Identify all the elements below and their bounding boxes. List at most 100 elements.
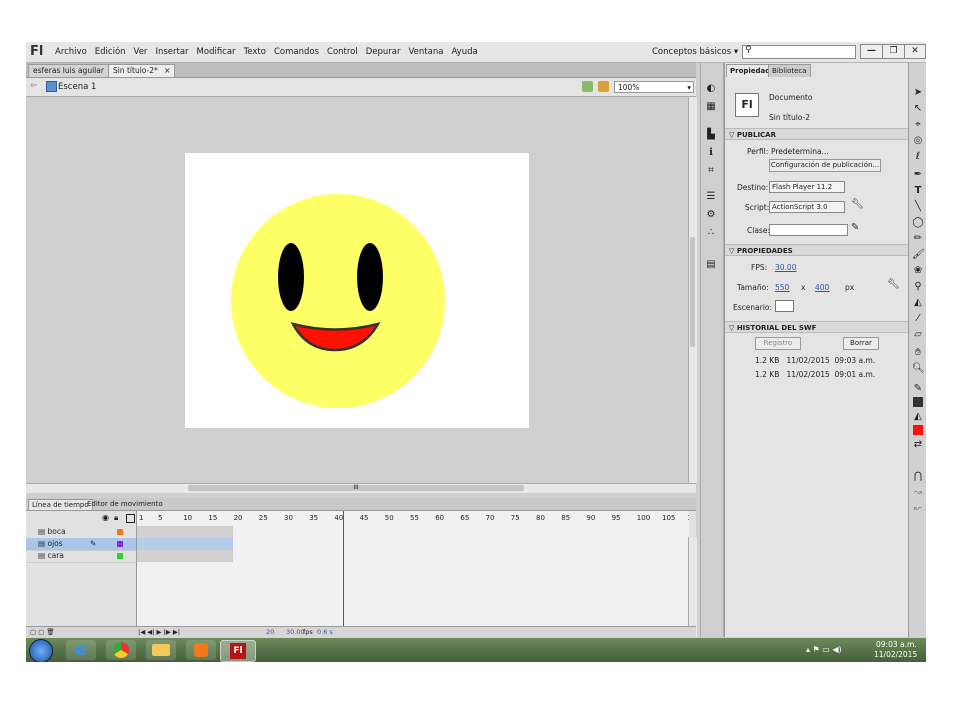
registro-button[interactable]: Registro [755, 337, 801, 350]
stage-color-swatch[interactable] [775, 300, 794, 312]
section-publicar[interactable]: ▽ PUBLICAR [725, 128, 908, 140]
tray-icons[interactable]: ▴ ⚑ ▭ ◀) [806, 645, 842, 654]
hand-tool-icon[interactable]: ✋︎ [912, 347, 924, 359]
menu-insertar[interactable]: Insertar [155, 47, 188, 57]
zoom-tool-icon[interactable]: 🔍︎ [912, 363, 925, 375]
eraser-tool-icon[interactable]: ▱ [912, 329, 924, 341]
back-arrow-icon[interactable]: ⇐ [30, 81, 38, 91]
playhead[interactable] [343, 511, 344, 637]
free-transform-tool-icon[interactable]: ⌖ [912, 119, 924, 131]
stroke-color-icon[interactable]: ✎ [912, 383, 924, 395]
file-explorer-icon[interactable] [146, 640, 176, 660]
eyedropper-tool-icon[interactable]: ⁄ [912, 313, 924, 325]
clase-input[interactable] [769, 224, 848, 236]
height-value[interactable]: 400 [815, 283, 829, 292]
components-icon[interactable]: ⚙ [705, 209, 717, 221]
frames-ojos[interactable] [137, 538, 233, 550]
edit-symbol-icon[interactable] [598, 81, 609, 92]
line-tool-icon[interactable]: ╲ [912, 201, 924, 213]
pasteboard[interactable] [26, 97, 688, 483]
frames-cara[interactable] [137, 550, 233, 562]
layer-cara[interactable]: ▤ cara [26, 550, 136, 563]
deco-tool-icon[interactable]: ❀ [912, 265, 924, 277]
swap-colors-icon[interactable]: ⇄ [912, 439, 924, 451]
menu-depurar[interactable]: Depurar [366, 47, 401, 57]
destino-select[interactable]: Flash Player 11.2 [769, 181, 845, 193]
script-select[interactable]: ActionScript 3.0 [769, 201, 845, 213]
pen-tool-icon[interactable]: ✒ [912, 169, 924, 181]
smiley-drawing[interactable] [185, 153, 529, 428]
edit-scene-icon[interactable] [582, 81, 593, 92]
tab-sin-titulo[interactable]: Sin título-2* × [108, 64, 176, 77]
flash-taskbar-icon[interactable]: Fl [220, 640, 256, 662]
eye-icon[interactable]: ◉ [102, 513, 109, 522]
help-search-input[interactable]: ⚲ [742, 45, 856, 59]
paint-bucket-tool-icon[interactable]: ◭ [912, 297, 924, 309]
minimize-button[interactable]: — [860, 44, 883, 59]
bone-tool-icon[interactable]: ⚲ [912, 281, 924, 293]
stage[interactable] [185, 153, 529, 428]
timeline-vertical-scrollbar[interactable] [688, 537, 697, 637]
fps-value[interactable]: 30.00 [286, 628, 305, 636]
close-icon[interactable]: × [164, 66, 170, 75]
menu-comandos[interactable]: Comandos [274, 47, 319, 57]
smooth-icon[interactable]: ↝ [912, 487, 924, 499]
transform-icon[interactable]: ⌗ [705, 165, 717, 177]
workspace-switcher[interactable]: Conceptos básicos ▾ [652, 47, 738, 57]
menu-edicion[interactable]: Edición [95, 47, 126, 57]
frame-grid[interactable]: 1 5 10 15 20 25 30 35 40 45 50 55 60 65 70 75 80 85 90 95 10… [136, 511, 689, 637]
chrome-icon[interactable] [106, 640, 136, 660]
align-icon[interactable]: ▙ [705, 129, 717, 141]
close-button[interactable]: ✕ [904, 44, 926, 59]
fps-value[interactable]: 30.00 [775, 263, 796, 272]
fill-color-icon[interactable]: ◭ [912, 411, 924, 423]
menu-ver[interactable]: Ver [134, 47, 148, 57]
code-snippets-icon[interactable]: ▤ [705, 259, 717, 271]
new-layer-icon[interactable]: ▢ ▢ 🗑︎ [30, 628, 55, 636]
playback-controls[interactable]: |◀ ◀| ▶ |▶ ▶| [138, 628, 180, 636]
menu-modificar[interactable]: Modificar [197, 47, 236, 57]
stage-vertical-scrollbar[interactable] [688, 97, 697, 483]
zoom-select[interactable]: 100% ▾ [614, 81, 694, 93]
info-icon[interactable]: ℹ [705, 147, 717, 159]
outline-icon[interactable] [126, 514, 135, 523]
straighten-icon[interactable]: ↜ [912, 503, 924, 515]
borrar-button[interactable]: Borrar [843, 337, 879, 350]
pencil-tool-icon[interactable]: ✏ [912, 233, 924, 245]
swatches-icon[interactable]: ▦ [705, 101, 717, 113]
wrench-icon[interactable]: 🔧︎ [851, 199, 864, 210]
menu-control[interactable]: Control [327, 47, 358, 57]
tab-timeline[interactable]: Línea de tiempo [28, 499, 93, 510]
motion-presets-icon[interactable]: ∴ [705, 227, 717, 239]
frames-boca[interactable] [137, 526, 233, 538]
3d-rotation-tool-icon[interactable]: ◎ [912, 135, 924, 147]
menu-ventana[interactable]: Ventana [409, 47, 444, 57]
text-tool-icon[interactable]: T [912, 185, 924, 197]
tab-biblioteca[interactable]: Biblioteca [768, 64, 811, 77]
oval-tool-icon[interactable]: ◯ [912, 217, 924, 229]
history-icon[interactable]: ☰ [705, 191, 717, 203]
selection-tool-icon[interactable]: ➤ [912, 87, 924, 99]
lasso-tool-icon[interactable]: ℓ [912, 151, 924, 163]
color-panel-icon[interactable]: ◐ [705, 83, 717, 95]
menu-texto[interactable]: Texto [244, 47, 266, 57]
lock-icon[interactable]: 🔒︎ [114, 513, 118, 523]
stroke-color-swatch[interactable] [913, 397, 923, 407]
section-historial[interactable]: ▽ HISTORIAL DEL SWF [725, 321, 908, 333]
start-button[interactable] [29, 639, 53, 662]
fill-color-swatch[interactable] [913, 425, 923, 435]
scroll-thumb[interactable]: III [188, 485, 524, 491]
current-frame[interactable]: 20 [266, 628, 274, 636]
tab-motion-editor[interactable]: Editor de movimiento [84, 499, 166, 509]
section-propiedades[interactable]: ▽ PROPIEDADES [725, 244, 908, 256]
internet-explorer-icon[interactable]: e [66, 640, 96, 660]
brush-tool-icon[interactable]: 🖌︎ [912, 249, 925, 261]
media-player-icon[interactable] [186, 640, 216, 660]
restore-button[interactable]: ❐ [882, 44, 905, 59]
menu-ayuda[interactable]: Ayuda [451, 47, 477, 57]
subselection-tool-icon[interactable]: ↖ [912, 103, 924, 115]
publish-settings-button[interactable]: Configuración de publicación... [769, 159, 881, 172]
pencil-icon[interactable]: ✎ [851, 222, 859, 233]
width-value[interactable]: 550 [775, 283, 789, 292]
snap-to-objects-icon[interactable]: ⋂ [912, 471, 924, 483]
